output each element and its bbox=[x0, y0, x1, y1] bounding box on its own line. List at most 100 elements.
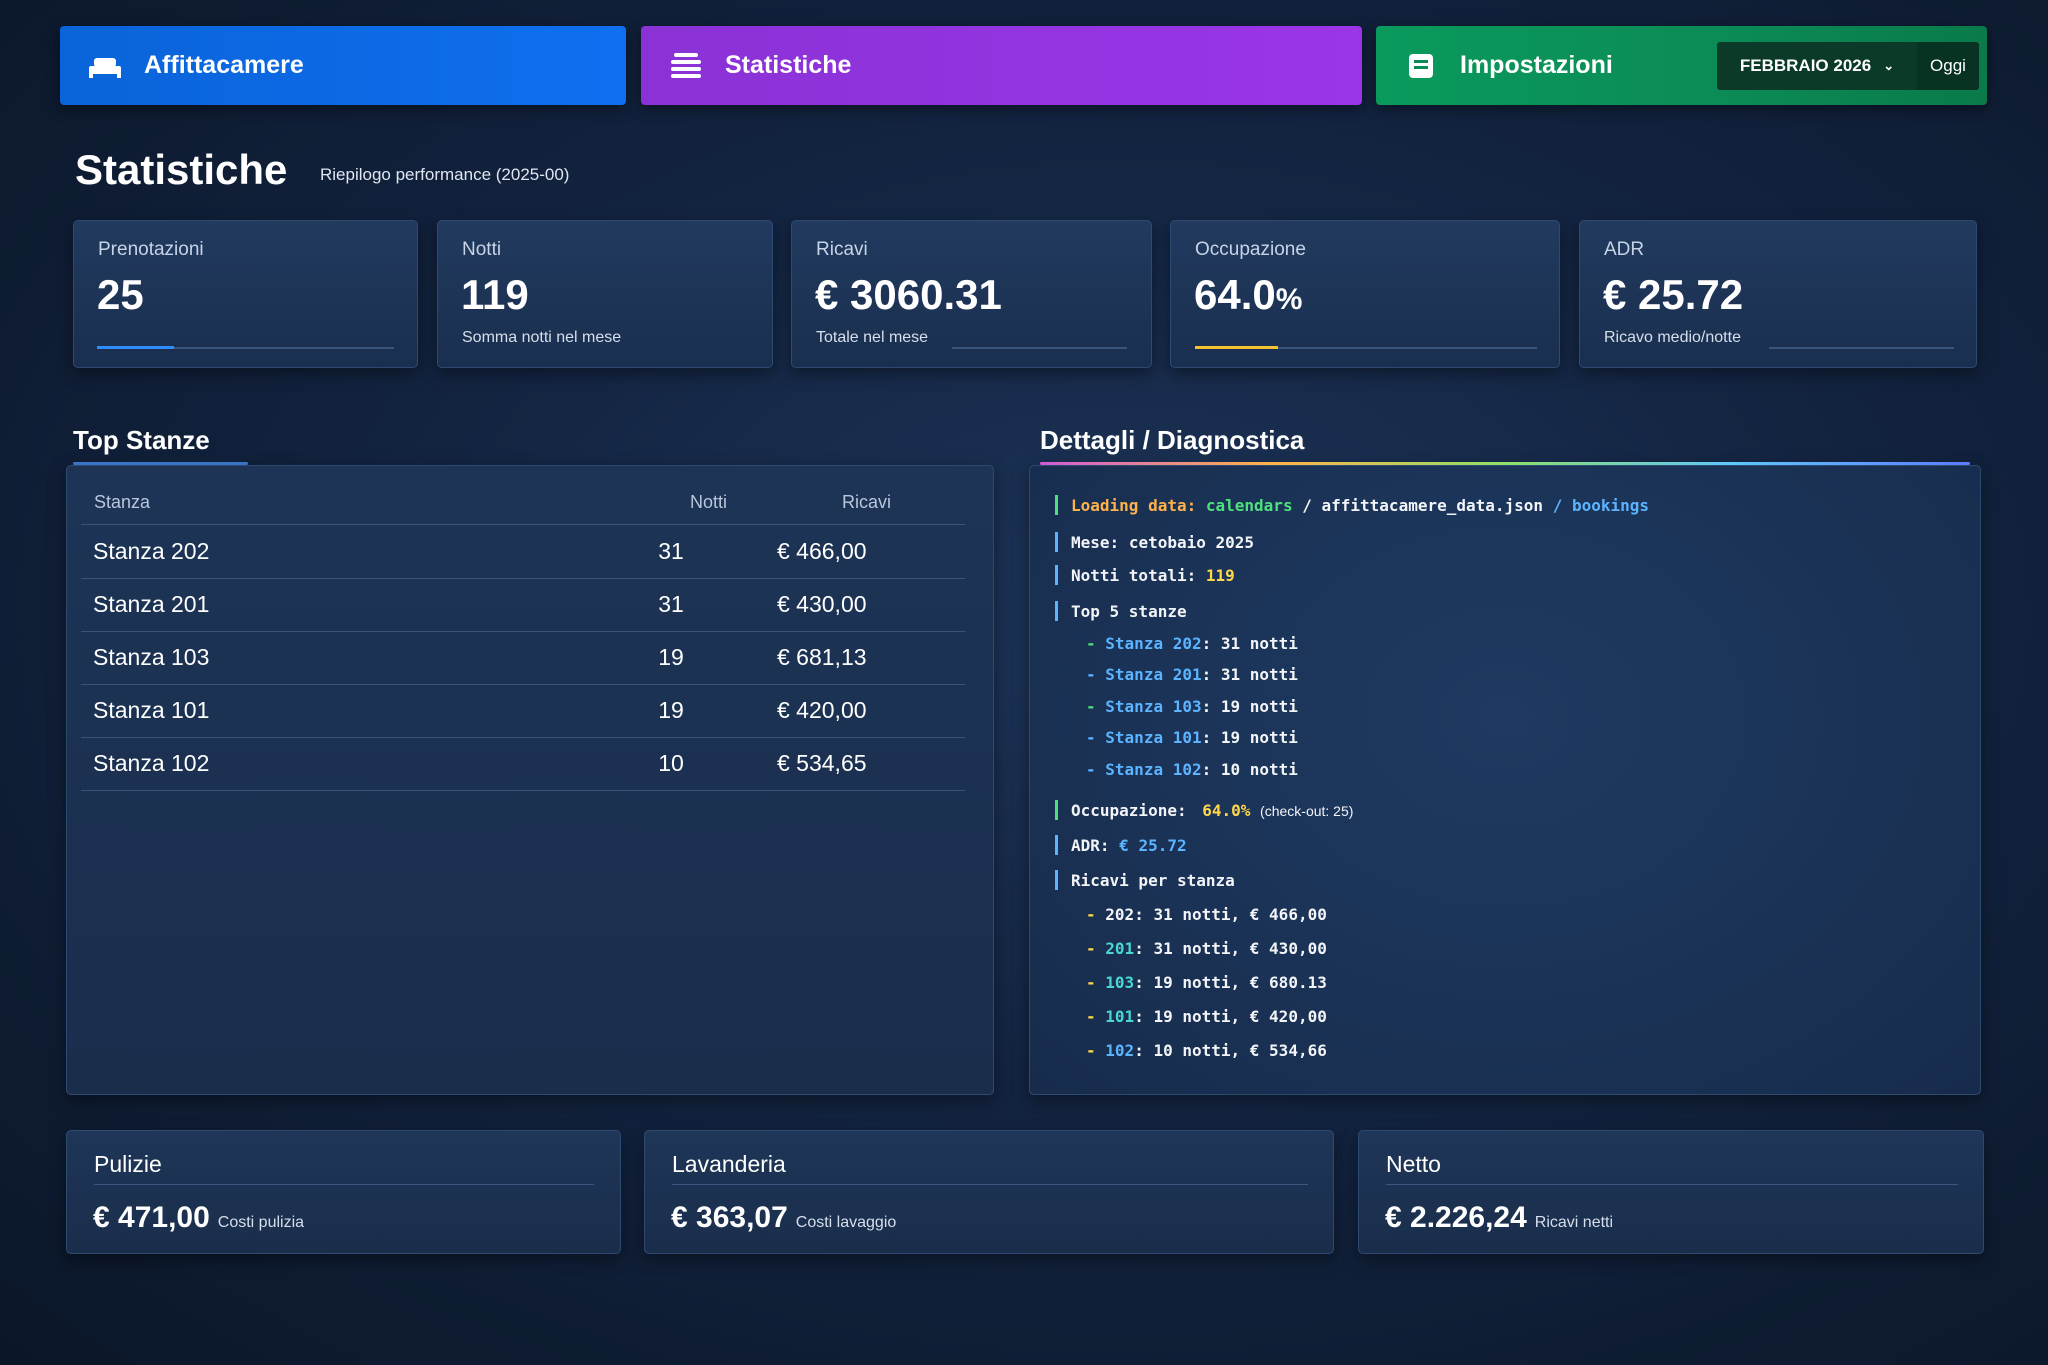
log-line-adr: ADR: € 25.72 bbox=[1071, 836, 1187, 855]
nav-affittacamere-label: Affittacamere bbox=[144, 51, 304, 79]
kpi-label: Prenotazioni bbox=[98, 239, 204, 260]
log-dash: - bbox=[1086, 634, 1096, 653]
log-line-mese: Mese: cetobaio 2025 bbox=[1071, 533, 1254, 552]
log-dash: - bbox=[1086, 939, 1096, 958]
kpi-card-notti: Notti 119 Somma notti nel mese bbox=[437, 220, 773, 368]
table-row[interactable]: Stanza 103 19 € 681,13 bbox=[81, 632, 965, 685]
log-top5-item: - Stanza 202: 31 notti bbox=[1086, 634, 1298, 653]
log-dash: - bbox=[1086, 665, 1096, 684]
log-mese-label: Mese: bbox=[1071, 533, 1120, 552]
log-top5-item: - Stanza 101: 19 notti bbox=[1086, 728, 1298, 747]
log-dash: - bbox=[1086, 1041, 1096, 1060]
page-subtitle: Riepilogo performance (2025-00) bbox=[320, 165, 570, 184]
table-row[interactable]: Stanza 101 19 € 420,00 bbox=[81, 685, 965, 738]
header-divider bbox=[81, 524, 965, 525]
table-row[interactable]: Stanza 201 31 € 430,00 bbox=[81, 579, 965, 632]
log-dash: - bbox=[1086, 760, 1096, 779]
kpi-value: 64.0% bbox=[1194, 271, 1302, 319]
cell-notti: 10 bbox=[658, 750, 684, 776]
log-room: 103 bbox=[1105, 973, 1135, 992]
log-rest: : 31 notti, € 466,00 bbox=[1134, 905, 1327, 924]
log-rest: : 19 notti, € 420,00 bbox=[1134, 1007, 1327, 1026]
log-marker bbox=[1055, 870, 1058, 890]
log-adr-symbol: € bbox=[1119, 836, 1129, 855]
log-rest: : 31 notti, € 430,00 bbox=[1134, 939, 1327, 958]
summary-amount: € 363,07 bbox=[671, 1201, 788, 1234]
log-room: Stanza 201 bbox=[1105, 665, 1202, 684]
log-room: Stanza 202 bbox=[1105, 634, 1202, 653]
summary-amount: € 471,00 bbox=[93, 1201, 210, 1234]
log-loading-sep: / bbox=[1302, 496, 1312, 515]
column-header-stanza: Stanza bbox=[94, 492, 151, 512]
kpi-value: € 25.72 bbox=[1603, 271, 1744, 318]
log-loading-file: affittacamere_data.json bbox=[1321, 496, 1544, 515]
log-dash: - bbox=[1086, 973, 1096, 992]
summary-label: Pulizie bbox=[94, 1151, 162, 1177]
kpi-label: Ricavi bbox=[816, 239, 868, 260]
kpi-label: ADR bbox=[1604, 239, 1645, 260]
nav-statistiche-label: Statistiche bbox=[725, 51, 852, 79]
cell-stanza: Stanza 102 bbox=[93, 750, 210, 776]
log-rest: : 10 notti, € 534,66 bbox=[1134, 1041, 1327, 1060]
log-marker bbox=[1055, 532, 1058, 552]
top-rooms-title: Top Stanze bbox=[73, 425, 210, 455]
cell-ricavi: € 466,00 bbox=[777, 538, 867, 564]
summary-value: € 2.226,24 Ricavi netti bbox=[1385, 1201, 1613, 1235]
kpi-value: 25 bbox=[97, 271, 144, 318]
log-line-notti: Notti totali: 119 bbox=[1071, 566, 1235, 585]
kpi-label: Notti bbox=[462, 239, 502, 260]
log-revenue-item: - 102: 10 notti, € 534,66 bbox=[1086, 1041, 1327, 1060]
kpi-subtitle: Ricavo medio/notte bbox=[1604, 329, 1741, 346]
log-room: Stanza 102 bbox=[1105, 760, 1202, 779]
bed-icon bbox=[88, 51, 122, 81]
log-rest: : 19 notti, € 680.13 bbox=[1134, 973, 1327, 992]
log-line-loading: Loading data: calendars / affittacamere_… bbox=[1071, 496, 1649, 515]
column-header-notti: Notti bbox=[690, 492, 728, 512]
cell-stanza: Stanza 103 bbox=[93, 644, 210, 670]
summary-label: Lavanderia bbox=[672, 1151, 786, 1177]
log-rest: : 10 notti bbox=[1201, 760, 1298, 779]
log-dash: - bbox=[1086, 697, 1096, 716]
cell-ricavi: € 681,13 bbox=[777, 644, 867, 670]
log-marker bbox=[1055, 565, 1058, 585]
log-rest: : 31 notti bbox=[1201, 634, 1298, 653]
cell-ricavi: € 534,65 bbox=[777, 750, 867, 776]
log-room: 102 bbox=[1105, 1041, 1135, 1060]
cell-stanza: Stanza 101 bbox=[93, 697, 210, 723]
kpi-card-ricavi: Ricavi € 3060.31 Totale nel mese bbox=[791, 220, 1152, 368]
page-title: Statistiche bbox=[75, 146, 288, 193]
log-room: 202 bbox=[1105, 905, 1135, 924]
log-room: 101 bbox=[1105, 1007, 1135, 1026]
table-row[interactable]: Stanza 202 31 € 466,00 bbox=[81, 526, 965, 579]
settings-doc-icon bbox=[1404, 51, 1438, 81]
log-marker bbox=[1055, 495, 1058, 515]
summary-divider bbox=[94, 1184, 594, 1185]
kpi-label: Occupazione bbox=[1195, 239, 1306, 260]
cell-notti: 19 bbox=[658, 644, 684, 670]
cell-ricavi: € 420,00 bbox=[777, 697, 867, 723]
diagnostics-title: Dettagli / Diagnostica bbox=[1040, 425, 1305, 455]
log-room: Stanza 103 bbox=[1105, 697, 1202, 716]
table-row[interactable]: Stanza 102 10 € 534,65 bbox=[81, 738, 965, 791]
section-underline-gradient bbox=[1040, 462, 1970, 465]
log-rev-label: Ricavi per stanza bbox=[1071, 871, 1235, 890]
today-button[interactable]: Oggi bbox=[1917, 42, 1979, 90]
month-select[interactable]: FEBBRAIO 2026 ⌄ bbox=[1717, 42, 1917, 90]
log-mese-value: cetobaio 2025 bbox=[1128, 533, 1255, 552]
nav-affittacamere-button[interactable]: Affittacamere bbox=[60, 26, 626, 105]
kpi-card-prenotazioni: Prenotazioni 25 bbox=[73, 220, 418, 368]
log-dash: - bbox=[1086, 728, 1096, 747]
log-notti-label: Notti totali: bbox=[1071, 566, 1197, 585]
log-dash: - bbox=[1086, 905, 1096, 924]
cell-ricavi: € 430,00 bbox=[777, 591, 867, 617]
nav-statistiche-button[interactable]: Statistiche bbox=[641, 26, 1362, 105]
summary-subtitle: Costi pulizia bbox=[217, 1214, 305, 1231]
summary-divider bbox=[672, 1184, 1308, 1185]
log-rest: : 31 notti bbox=[1201, 665, 1298, 684]
log-rest: : 19 notti bbox=[1201, 697, 1298, 716]
log-occ-value: 64.0% bbox=[1202, 801, 1251, 820]
log-adr-value: 25.72 bbox=[1138, 836, 1187, 855]
log-revenue-item: - 201: 31 notti, € 430,00 bbox=[1086, 939, 1327, 958]
kpi-value-number: 64.0 bbox=[1194, 271, 1276, 318]
log-revenue-item: - 202: 31 notti, € 466,00 bbox=[1086, 905, 1327, 924]
